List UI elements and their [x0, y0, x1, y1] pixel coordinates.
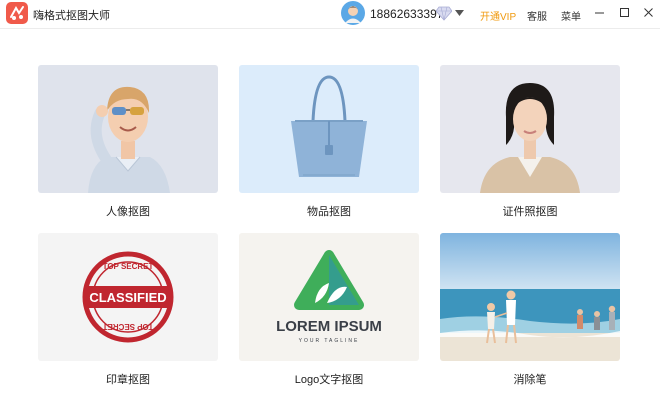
- tool-label: 物品抠图: [307, 206, 351, 218]
- seal-top-text: TOP SECRET: [103, 262, 154, 271]
- seal-main-text: CLASSIFIED: [89, 290, 166, 305]
- tool-label: 人像抠图: [106, 206, 150, 218]
- logo-tagline-text: YOUR TAGLINE: [299, 338, 360, 344]
- handbag-thumbnail[interactable]: [239, 65, 419, 193]
- portrait-thumbnail[interactable]: [38, 65, 218, 193]
- maximize-icon[interactable]: [618, 6, 631, 19]
- tool-label: 印章抠图: [106, 374, 150, 386]
- logo-title-text: LOREM IPSUM: [276, 318, 382, 335]
- chevron-down-icon[interactable]: [455, 10, 464, 17]
- vip-diamond-icon: [436, 6, 452, 21]
- seal-bottom-text: TOP SECRET: [102, 322, 153, 331]
- customer-service-link[interactable]: 客服: [527, 8, 547, 23]
- seal-thumbnail[interactable]: TOP SECRET CLASSIFIED TOP SECRET: [38, 233, 218, 361]
- tool-label: Logo文字抠图: [294, 374, 364, 386]
- logo-thumbnail[interactable]: LOREM IPSUM YOUR TAGLINE: [239, 233, 419, 361]
- tool-label: 消除笔: [513, 374, 547, 386]
- title-bar: 嗨格式抠图大师 18862633397 开通VIP 客服 菜单: [0, 0, 660, 29]
- beach-thumbnail[interactable]: [440, 233, 620, 361]
- user-phone[interactable]: 18862633397: [370, 7, 443, 21]
- app-title: 嗨格式抠图大师: [33, 10, 110, 22]
- minimize-icon[interactable]: [593, 6, 606, 19]
- close-icon[interactable]: [642, 6, 655, 19]
- tool-label: 证件照抠图: [502, 206, 558, 218]
- user-avatar[interactable]: [341, 1, 365, 25]
- app-logo-icon: [6, 2, 28, 24]
- id-photo-thumbnail[interactable]: [440, 65, 620, 193]
- open-vip-link[interactable]: 开通VIP: [480, 8, 516, 23]
- menu-link[interactable]: 菜单: [561, 8, 581, 23]
